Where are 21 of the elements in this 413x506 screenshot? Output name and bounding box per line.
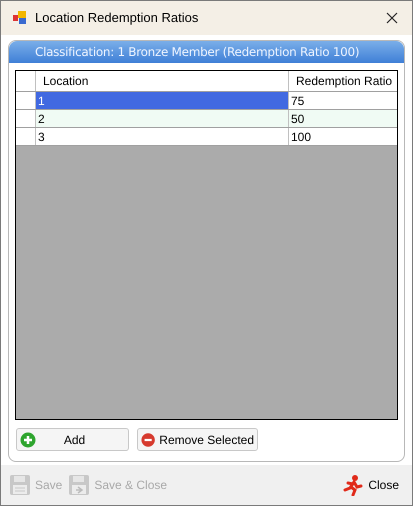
table-cell: 1	[36, 92, 289, 109]
table-cell-text: 100	[290, 128, 312, 145]
close-button[interactable]: Close	[342, 474, 399, 496]
table-row[interactable]: 1 75	[16, 92, 397, 110]
table-row[interactable]: 2 50	[16, 110, 397, 128]
table-cell: 2	[36, 110, 289, 127]
panel-title: Classification: 1 Bronze Member (Redemption Ratio 100)	[9, 41, 404, 63]
app-icon	[13, 11, 27, 25]
column-header: Redemption Ratio	[295, 73, 394, 90]
add-button[interactable]: Add	[16, 428, 129, 451]
remove-button[interactable]: Remove Selected	[137, 428, 258, 451]
plus-icon	[20, 432, 36, 448]
running-figure-icon	[342, 474, 364, 496]
table-cell-text: 75	[290, 92, 306, 109]
window-title: Location Redemption Ratios	[35, 9, 200, 28]
column-header: Location	[36, 71, 289, 91]
table-row[interactable]: 3 100	[16, 128, 397, 146]
minus-icon	[141, 432, 156, 448]
table-cell: 3	[36, 128, 289, 145]
table-cell-text: 50	[290, 110, 306, 127]
close-icon[interactable]	[384, 10, 400, 26]
